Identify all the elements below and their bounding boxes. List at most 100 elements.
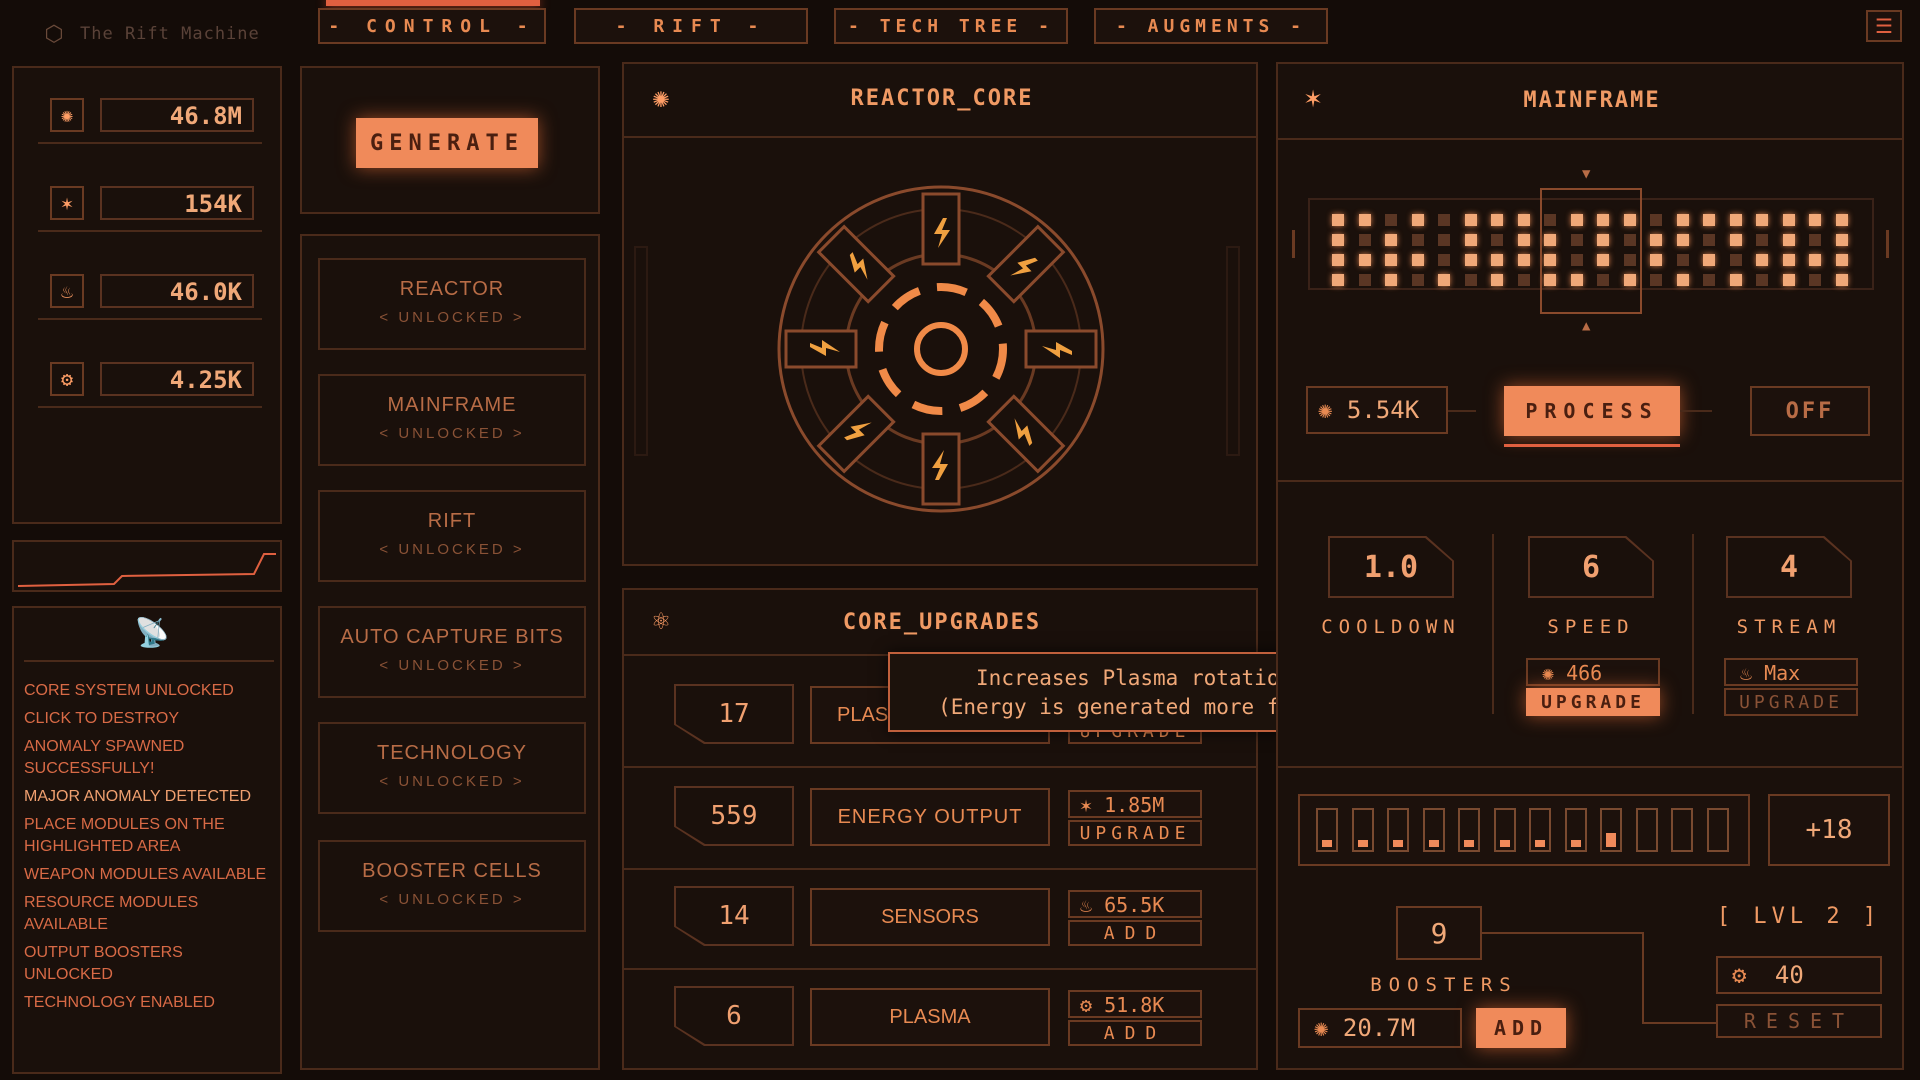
matrix-dot xyxy=(1517,234,1530,246)
matrix-dot xyxy=(1438,234,1450,246)
event-log-panel: 📡 CORE SYSTEM UNLOCKED CLICK TO DESTROY … xyxy=(12,606,282,1074)
matrix-dot xyxy=(1517,274,1530,286)
matrix-dot xyxy=(1809,254,1821,266)
bar-cell xyxy=(1671,808,1693,852)
caret-down-icon: ▼ xyxy=(1582,166,1591,182)
matrix-dot xyxy=(1729,234,1742,246)
matrix-dot xyxy=(1650,234,1662,246)
bar-cell xyxy=(1387,808,1409,852)
bar-cell xyxy=(1316,808,1338,852)
unlock-card-auto-capture-bits[interactable]: AUTO CAPTURE BITS < UNLOCKED > xyxy=(318,606,586,698)
divider xyxy=(624,136,1256,138)
bar-cell xyxy=(1351,808,1374,852)
fan-icon: ✺ xyxy=(1542,661,1567,685)
upgrade-cost: ♨ 65.5K xyxy=(1068,890,1202,918)
stat-speed-value: 6 xyxy=(1528,536,1654,598)
upgrade-name-button[interactable]: ENERGY OUTPUT xyxy=(810,788,1050,846)
stream-cost: ♨ Max xyxy=(1724,658,1858,686)
unlock-card-technology[interactable]: TECHNOLOGY < UNLOCKED > xyxy=(318,722,586,814)
fan-icon: ✺ xyxy=(50,98,84,132)
reset-button[interactable]: RESET xyxy=(1716,1004,1882,1038)
connector xyxy=(1448,410,1476,412)
matrix-dot xyxy=(1358,274,1371,286)
log-line: PLACE MODULES ON THE HIGHLIGHTED AREA xyxy=(24,816,225,855)
app-title: The Rift Machine xyxy=(80,24,260,44)
mainframe-panel: ✶ MAINFRAME ▼ ▲ ✺ 5.54K PROCESS OFF 1.0 … xyxy=(1276,62,1904,1070)
log-line: WEAPON MODULES AVAILABLE xyxy=(24,866,267,883)
log-line: OUTPUT BOOSTERS UNLOCKED xyxy=(24,944,183,983)
menu-button[interactable]: ☰ xyxy=(1866,10,1902,42)
matrix-dot xyxy=(1464,254,1477,266)
generate-button[interactable]: GENERATE xyxy=(356,118,538,168)
unlock-title: TECHNOLOGY xyxy=(376,742,528,764)
matrix-dot xyxy=(1332,214,1344,226)
stat-label: SPEED xyxy=(1547,616,1635,638)
mainframe-title: MAINFRAME xyxy=(1523,88,1661,113)
matrix-rail-right xyxy=(1886,230,1889,258)
upgrade-name-button[interactable]: PLASMA xyxy=(810,988,1050,1046)
matrix-dot xyxy=(1703,254,1715,266)
matrix-dot xyxy=(1756,234,1768,246)
bar-cell xyxy=(1458,808,1480,852)
unlock-card-booster-cells[interactable]: BOOSTER CELLS < UNLOCKED > xyxy=(318,840,586,932)
unlock-status: < UNLOCKED > xyxy=(379,891,525,908)
matrix-dot xyxy=(1809,214,1821,226)
matrix-dot xyxy=(1491,254,1503,266)
matrix-rail-left xyxy=(1292,230,1295,258)
resource-value: 4.25K xyxy=(100,362,254,396)
matrix-dot xyxy=(1835,214,1848,226)
tab-augments[interactable]: - AUGMENTS - xyxy=(1094,8,1328,44)
fan-icon: ✺ xyxy=(1314,1014,1343,1042)
log-line: CLICK TO DESTROY xyxy=(24,710,179,727)
upgrade-level: 559 xyxy=(674,786,794,846)
bar-cell-fill xyxy=(1393,840,1403,847)
matrix-dot xyxy=(1385,234,1397,246)
reactor-core[interactable] xyxy=(766,174,1116,524)
unlock-card-reactor[interactable]: REACTOR < UNLOCKED > xyxy=(318,258,586,350)
matrix-dot xyxy=(1809,234,1821,246)
unlock-status: < UNLOCKED > xyxy=(379,309,525,326)
unlock-card-mainframe[interactable]: MAINFRAME < UNLOCKED > xyxy=(318,374,586,466)
connector xyxy=(1642,932,1644,1024)
boosters-add-button[interactable]: ADD xyxy=(1476,1008,1566,1048)
side-rail-left xyxy=(634,246,648,456)
matrix-dot xyxy=(1835,274,1848,286)
matrix-dot xyxy=(1358,234,1371,246)
matrix-dot xyxy=(1332,234,1344,246)
stream-upgrade-button[interactable]: UPGRADE xyxy=(1724,688,1858,716)
upgrade-action-button[interactable]: UPGRADE xyxy=(1068,820,1202,846)
tab-rift[interactable]: - RIFT - xyxy=(574,8,808,44)
log-line: MAJOR ANOMALY DETECTED xyxy=(24,788,251,805)
upgrade-name-button[interactable]: SENSORS xyxy=(810,888,1050,946)
matrix-dot xyxy=(1703,214,1715,226)
divider xyxy=(1278,138,1902,140)
matrix-dot xyxy=(1729,254,1742,266)
speed-upgrade-button[interactable]: UPGRADE xyxy=(1526,688,1660,716)
unlock-title: AUTO CAPTURE BITS xyxy=(340,626,564,648)
reactor-pod xyxy=(921,192,961,266)
hamburger-icon: ☰ xyxy=(1875,14,1893,38)
upgrade-action-button[interactable]: ADD xyxy=(1068,920,1202,946)
log-line: ANOMALY SPAWNED SUCCESSFULLY! xyxy=(24,738,185,777)
upgrade-action-button[interactable]: ADD xyxy=(1068,1020,1202,1046)
unlock-card-rift[interactable]: RIFT < UNLOCKED > xyxy=(318,490,586,582)
matrix-dot xyxy=(1411,254,1424,266)
process-button[interactable]: PROCESS xyxy=(1504,386,1680,436)
connector xyxy=(1482,932,1642,934)
reactor-pod xyxy=(816,394,896,474)
matrix-dot xyxy=(1517,214,1530,226)
unlock-title: RIFT xyxy=(427,510,477,532)
tab-tech-tree[interactable]: - TECH TREE - xyxy=(834,8,1068,44)
bar-cell-fill xyxy=(1357,840,1368,847)
matrix-dot xyxy=(1729,274,1742,286)
matrix-dot xyxy=(1464,234,1477,246)
tab-control[interactable]: - CONTROL - xyxy=(318,8,546,44)
boosters-cost: ✺ 20.7M xyxy=(1298,1008,1462,1048)
unlock-title: REACTOR xyxy=(399,278,505,300)
bar-cell-fill xyxy=(1499,840,1510,847)
matrix-dot xyxy=(1385,274,1397,286)
mainframe-counter: ✺ 5.54K xyxy=(1306,386,1448,434)
divider xyxy=(38,142,262,144)
unlock-status: < UNLOCKED > xyxy=(379,541,525,558)
toggle-off-button[interactable]: OFF xyxy=(1750,386,1870,436)
